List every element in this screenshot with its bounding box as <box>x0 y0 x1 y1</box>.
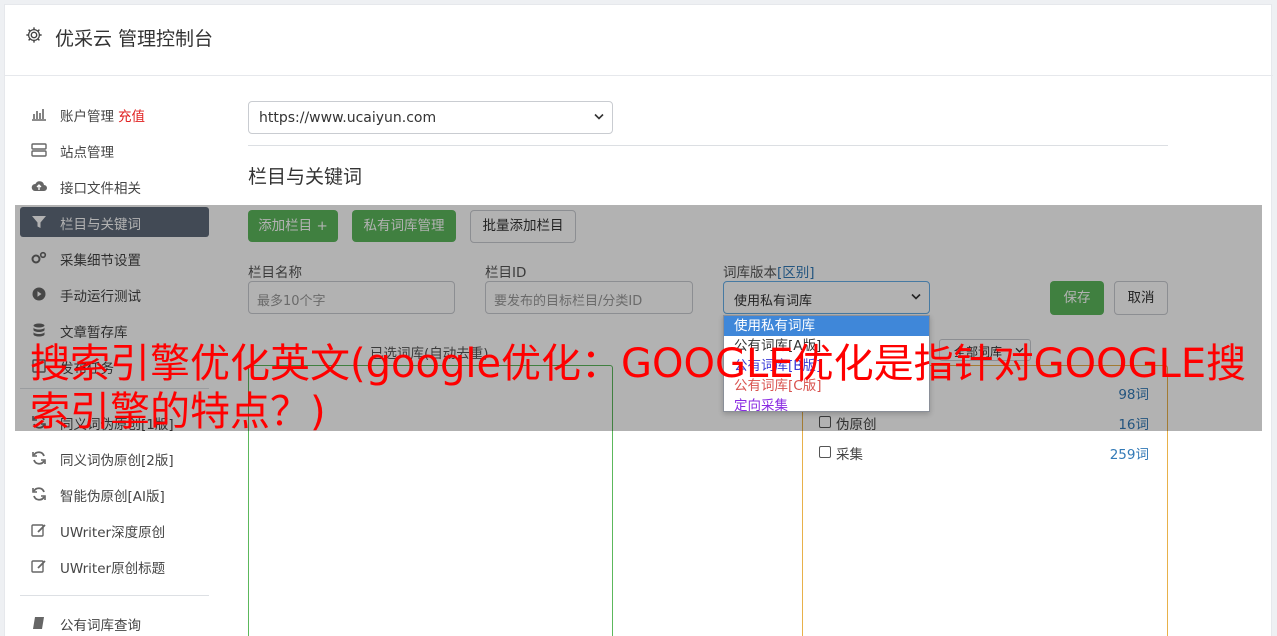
console-title: 优采云 管理控制台 <box>55 28 214 50</box>
sidebar-item-synonym-v2[interactable]: 同义词伪原创[2版] <box>20 443 209 473</box>
lib-row[interactable]: 采集 259词 <box>819 443 1149 463</box>
top-bar: 优采云 管理控制台 <box>5 5 1273 76</box>
recharge-link[interactable]: 充值 <box>118 109 145 125</box>
bar-chart-icon <box>32 109 46 121</box>
cloud-upload-icon <box>31 181 47 191</box>
headline-overlay: 搜索引擎优化英文(google优化：GOOGLE优化是指针对GOOGLE搜索引擎… <box>30 341 1247 435</box>
sidebar-item-label: 站点管理 <box>60 145 114 161</box>
sidebar-item-uwriter-title[interactable]: UWriter原创标题 <box>20 551 209 581</box>
book-icon <box>33 617 44 629</box>
sidebar-divider <box>20 595 209 596</box>
sidebar-item-ai-rewrite[interactable]: 智能伪原创[AI版] <box>20 479 209 509</box>
sidebar-item-label: UWriter原创标题 <box>60 561 166 577</box>
sidebar-item-label: 账户管理 <box>60 109 114 125</box>
refresh-icon <box>32 487 46 501</box>
sidebar-item-label: 智能伪原创[AI版] <box>60 489 165 505</box>
sidebar-item-uwriter-deep[interactable]: UWriter深度原创 <box>20 515 209 545</box>
divider <box>248 145 1168 146</box>
lib-count: 259词 <box>1109 447 1149 463</box>
sidebar-item-label: UWriter深度原创 <box>60 525 166 541</box>
chevron-down-icon <box>594 113 604 120</box>
sidebar-item-public-lib[interactable]: 公有词库查询 <box>20 608 209 636</box>
sidebar-item-label: 同义词伪原创[2版] <box>60 453 174 469</box>
sidebar-item-account[interactable]: 账户管理 充值 <box>20 99 209 129</box>
server-icon <box>31 143 47 157</box>
section-title: 栏目与关键词 <box>248 166 363 188</box>
lib-name: 采集 <box>836 447 863 463</box>
sidebar-item-label: 公有词库查询 <box>60 618 141 634</box>
refresh-icon <box>32 451 46 465</box>
site-select[interactable]: https://www.ucaiyun.com <box>248 101 613 134</box>
lib-checkbox[interactable] <box>819 446 831 458</box>
sidebar-item-sites[interactable]: 站点管理 <box>20 135 209 165</box>
dropdown-option[interactable]: 使用私有词库 <box>724 316 929 336</box>
edit-icon <box>31 524 46 537</box>
gear-icon <box>26 27 42 43</box>
sidebar-item-label: 接口文件相关 <box>60 181 141 197</box>
edit-icon <box>31 560 46 573</box>
site-select-value: https://www.ucaiyun.com <box>259 110 437 126</box>
sidebar-item-interface[interactable]: 接口文件相关 <box>20 171 209 201</box>
